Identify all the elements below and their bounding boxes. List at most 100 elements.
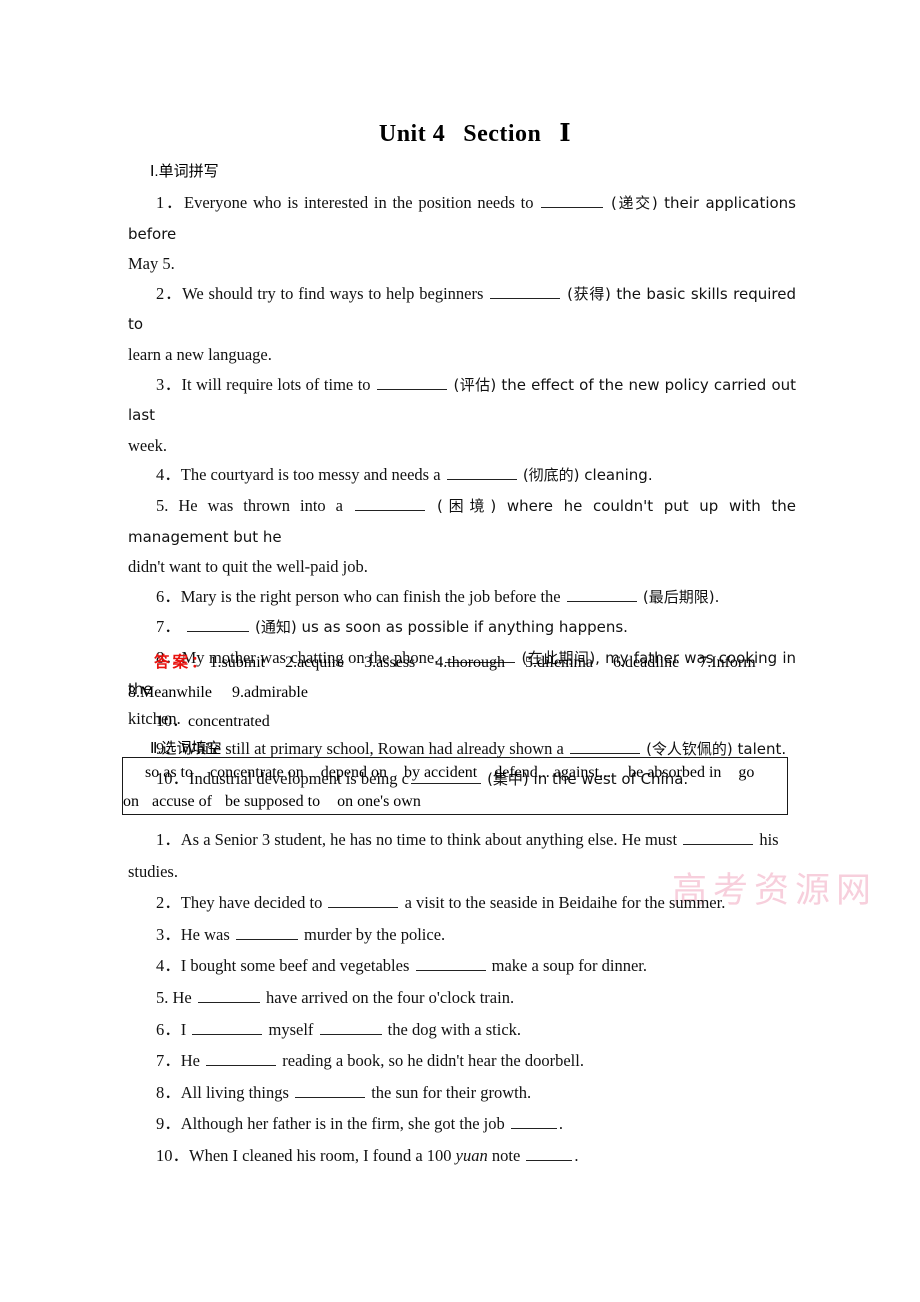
question-text: 6．Mary is the right person who can finis… bbox=[156, 586, 561, 606]
word-bank-line: on accuse of be supposed to on one's own bbox=[123, 787, 787, 814]
answer-key-line: 8.Meanwhile 9.admirable bbox=[128, 678, 796, 708]
question-text: 1．As a Senior 3 student, he has no time … bbox=[156, 830, 678, 849]
answer-blank[interactable] bbox=[510, 1113, 557, 1130]
answer-blank[interactable] bbox=[235, 924, 298, 940]
word-bank-term[interactable]: by accident bbox=[404, 764, 477, 781]
answer-blank[interactable] bbox=[206, 1050, 277, 1067]
answer-blank[interactable] bbox=[566, 586, 637, 602]
answer-blank[interactable] bbox=[295, 1082, 366, 1098]
word-bank-term[interactable]: on bbox=[123, 793, 139, 810]
question-text: reading a book, so he didn't hear the do… bbox=[282, 1051, 584, 1071]
question-hint: (令人钦佩的) talent. bbox=[646, 739, 787, 758]
question-text: a visit to the seaside in Beidaihe for t… bbox=[404, 893, 726, 913]
section-header-spelling: Ⅰ.单词拼写 bbox=[150, 163, 219, 180]
question-text: 4．The courtyard is too messy and needs a bbox=[156, 465, 441, 485]
question-item: 6．Mary is the right person who can finis… bbox=[128, 582, 796, 613]
question-item: 4．The courtyard is too messy and needs a… bbox=[128, 460, 796, 491]
question-item: 3．He was murder by the police. bbox=[128, 919, 796, 951]
answer-key-line: 答案：1.submit 2.acquire 3.assess 4.thorough 5.… bbox=[128, 648, 796, 678]
question-text: . bbox=[558, 1114, 563, 1134]
question-text: 1．Everyone who is interested in the posi… bbox=[156, 193, 534, 212]
page-title: Unit 4 Section Ⅰ bbox=[0, 118, 920, 148]
question-text: 2．They have decided to bbox=[156, 893, 323, 913]
question-item: 6．I myself the dog with a stick. bbox=[128, 1014, 796, 1046]
answer-blank[interactable] bbox=[377, 373, 448, 390]
answer-blank[interactable] bbox=[319, 1018, 382, 1035]
answer-blank[interactable] bbox=[186, 616, 249, 633]
question-text: 4．I bought some beef and vegetables bbox=[156, 956, 410, 976]
answer-item: 6.deadline bbox=[613, 654, 680, 671]
question-text: May 5. bbox=[128, 254, 175, 274]
answer-item: 3.assess bbox=[364, 654, 416, 671]
question-text: 2．We should try to find ways to help beg… bbox=[156, 283, 484, 303]
answer-item: 4.thorough bbox=[435, 654, 506, 671]
question-text: 9．Although her father is in the firm, sh… bbox=[156, 1114, 505, 1134]
word-bank-box: so as to concentrate on depend on by accide… bbox=[122, 757, 788, 815]
answer-blank[interactable] bbox=[683, 829, 754, 845]
title-unit: Unit 4 bbox=[378, 121, 446, 147]
answer-item: 1.submit bbox=[209, 654, 266, 671]
question-cont: learn a new language. bbox=[128, 340, 796, 370]
answer-blank[interactable] bbox=[415, 955, 486, 972]
answer-key-line: 10．concentrated bbox=[128, 707, 796, 737]
question-text: note bbox=[491, 1145, 521, 1165]
cloze-questions: 1．As a Senior 3 student, he has no time … bbox=[128, 824, 796, 1172]
question-text: murder by the police. bbox=[304, 924, 446, 944]
question-text: 6．I bbox=[156, 1019, 187, 1039]
answer-item: 9.admirable bbox=[231, 683, 308, 701]
question-item: 3．It will require lots of time to (评估) t… bbox=[128, 370, 796, 431]
question-cont: studies. bbox=[128, 856, 796, 888]
question-hint: (通知) us as soon as possible if anything … bbox=[255, 618, 628, 637]
answer-blank[interactable] bbox=[446, 464, 517, 481]
answer-item: 7.Inform bbox=[699, 654, 756, 671]
question-text: his bbox=[759, 830, 779, 849]
answer-blank[interactable] bbox=[197, 987, 260, 1003]
worksheet-page: Unit 4 Section Ⅰ Ⅰ.单词拼写 1．Everyone who is … bbox=[0, 0, 920, 1302]
question-item: 10．When I cleaned his room, I found a 10… bbox=[128, 1140, 796, 1172]
question-emphasis: yuan bbox=[455, 1145, 488, 1165]
question-item: 5. He have arrived on the four o'clock t… bbox=[128, 982, 796, 1014]
question-text: studies. bbox=[128, 861, 178, 881]
question-item: 2．We should try to find ways to help beg… bbox=[128, 279, 796, 340]
question-text: week. bbox=[128, 435, 167, 455]
answer-blank[interactable] bbox=[328, 892, 399, 909]
answer-blank[interactable] bbox=[569, 738, 640, 754]
question-cont: week. bbox=[128, 431, 796, 461]
word-bank-term[interactable]: be absorbed in bbox=[628, 764, 721, 781]
question-text: myself bbox=[268, 1019, 314, 1039]
answer-blank[interactable] bbox=[541, 192, 604, 208]
title-section: Section bbox=[463, 121, 542, 147]
word-bank-term[interactable]: accuse of bbox=[152, 793, 212, 810]
word-bank-term[interactable]: concentrate on bbox=[210, 764, 304, 781]
question-item: 4．I bought some beef and vegetables make… bbox=[128, 950, 796, 982]
question-hint: (彻底的) cleaning. bbox=[522, 466, 653, 485]
word-bank-term[interactable]: so as to bbox=[145, 764, 193, 781]
question-text: 7．He bbox=[156, 1051, 200, 1071]
answer-blank[interactable] bbox=[526, 1145, 573, 1161]
word-bank-term[interactable]: go bbox=[738, 764, 754, 781]
word-bank-term[interactable]: be supposed to bbox=[225, 793, 320, 810]
question-item: 7． (通知) us as soon as possible if anythi… bbox=[128, 612, 796, 643]
answer-key-label: 答案： bbox=[154, 653, 210, 671]
question-cont: May 5. bbox=[128, 249, 796, 279]
question-text: 10．When I cleaned his room, I found a 10… bbox=[156, 1145, 452, 1165]
question-text: learn a new language. bbox=[128, 344, 272, 364]
answer-blank[interactable] bbox=[490, 283, 561, 299]
answer-item: 5.dilemma bbox=[525, 654, 594, 671]
answer-item: 10．concentrated bbox=[156, 713, 270, 730]
answer-blank[interactable] bbox=[192, 1018, 263, 1035]
answer-key: 答案：1.submit 2.acquire 3.assess 4.thorough 5.… bbox=[128, 648, 796, 737]
question-text: 7． bbox=[156, 617, 181, 637]
answer-blank[interactable] bbox=[354, 495, 425, 511]
question-cont: didn't want to quit the well-paid job. bbox=[128, 552, 796, 582]
word-bank-line: so as to concentrate on depend on by accide… bbox=[123, 758, 787, 787]
question-item: 7．He reading a book, so he didn't hear t… bbox=[128, 1045, 796, 1077]
word-bank-term[interactable]: defend... against... bbox=[494, 764, 611, 781]
question-item: 1．As a Senior 3 student, he has no time … bbox=[128, 824, 796, 856]
question-text: 8．All living things bbox=[156, 1082, 289, 1102]
question-text: didn't want to quit the well-paid job. bbox=[128, 557, 368, 577]
word-bank-term[interactable]: on one's own bbox=[337, 793, 421, 810]
question-text: the sun for their growth. bbox=[371, 1082, 532, 1102]
word-bank-term[interactable]: depend on bbox=[321, 764, 387, 781]
question-text: . bbox=[574, 1145, 579, 1165]
